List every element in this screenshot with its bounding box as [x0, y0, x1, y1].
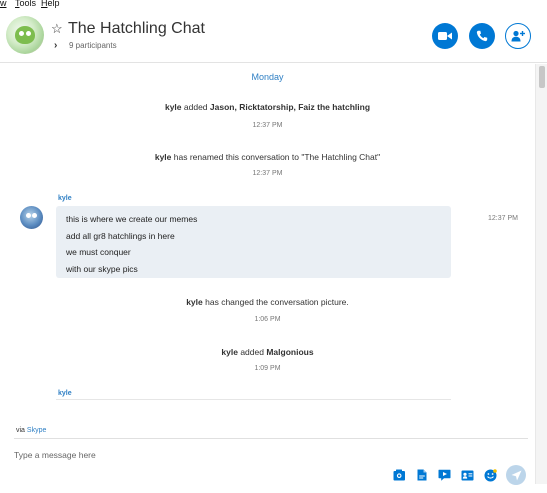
system-message: kyle has renamed this conversation to "T…: [0, 152, 535, 162]
scrollbar-thumb[interactable]: [539, 66, 545, 88]
favorite-star-icon[interactable]: ☆: [51, 21, 63, 37]
send-button[interactable]: [506, 465, 526, 485]
menu-item-view[interactable]: w: [0, 0, 7, 8]
system-message-targets: Malgonious: [266, 347, 314, 357]
add-person-icon: [511, 30, 525, 42]
video-message-icon: [438, 469, 450, 481]
via-label: via Skype: [16, 427, 47, 434]
system-message-user[interactable]: kyle: [186, 297, 203, 307]
conversation-title[interactable]: The Hatchling Chat: [68, 20, 205, 38]
system-message-text: has changed the conversation picture.: [205, 297, 349, 307]
menu-item-help[interactable]: Help: [41, 0, 60, 8]
message-time: 12:37 PM: [252, 170, 283, 177]
system-message-targets: Jason, Ricktatorship, Faiz the hatchling: [209, 102, 371, 112]
send-file-button[interactable]: [415, 468, 429, 482]
media-gallery-icon: [393, 469, 405, 481]
message-sender[interactable]: kyle: [58, 390, 72, 397]
system-message-text: has renamed this conversation to "The Ha…: [173, 152, 381, 162]
contact-card-icon: [461, 470, 473, 480]
message-list[interactable]: Monday kyle added Jason, Ricktatorship, …: [0, 64, 535, 400]
system-message: kyle has changed the conversation pictur…: [0, 297, 535, 307]
system-message: kyle added Jason, Ricktatorship, Faiz th…: [0, 102, 535, 112]
message-bubble[interactable]: this is where we create our memes add al…: [56, 206, 451, 278]
send-icon: [511, 470, 521, 480]
emoticons-button[interactable]: [483, 468, 497, 482]
media-button[interactable]: [392, 468, 406, 482]
smiley-icon: [484, 468, 497, 481]
message-input[interactable]: [14, 448, 414, 462]
day-divider: Monday: [251, 72, 284, 82]
message-time: 12:37 PM: [252, 122, 283, 129]
send-contact-button[interactable]: [460, 468, 474, 482]
add-people-button[interactable]: [505, 23, 531, 49]
system-message-user[interactable]: kyle: [155, 152, 172, 162]
message-time: 12:37 PM: [488, 215, 518, 222]
system-message-user[interactable]: kyle: [165, 102, 182, 112]
message-line: this is where we create our memes: [66, 214, 198, 224]
menu-item-tools[interactable]: Tools: [15, 0, 36, 8]
message-line: with our skype pics: [66, 263, 138, 274]
system-message-text: added: [240, 347, 264, 357]
menu-bar: w Tools Help: [0, 0, 547, 9]
video-message-button[interactable]: [437, 468, 451, 482]
conversation-header: ☆ The Hatchling Chat › 9 participants: [0, 9, 547, 63]
system-message: kyle added Malgonious: [0, 347, 535, 357]
message-line: we must conquer: [66, 247, 131, 257]
group-avatar[interactable]: [6, 16, 44, 54]
via-skype-link[interactable]: Skype: [27, 427, 46, 434]
chat-scrollbar[interactable]: [535, 64, 547, 484]
sender-avatar[interactable]: [20, 206, 43, 229]
message-time: 1:06 PM: [254, 316, 281, 323]
file-icon: [417, 469, 427, 481]
message-sender[interactable]: kyle: [58, 195, 72, 202]
message-time: 1:09 PM: [254, 365, 281, 372]
phone-icon: [476, 30, 488, 42]
compose-divider: [14, 438, 528, 439]
compose-area: via Skype: [0, 400, 535, 493]
system-message-user[interactable]: kyle: [221, 347, 238, 357]
system-message-text: added: [183, 102, 208, 112]
audio-call-button[interactable]: [469, 23, 495, 49]
chevron-right-icon[interactable]: ›: [54, 40, 57, 51]
participants-count[interactable]: 9 participants: [69, 41, 117, 50]
video-call-button[interactable]: [432, 23, 458, 49]
video-camera-icon: [438, 32, 452, 40]
message-line: add all gr8 hatchlings in here: [66, 230, 175, 241]
